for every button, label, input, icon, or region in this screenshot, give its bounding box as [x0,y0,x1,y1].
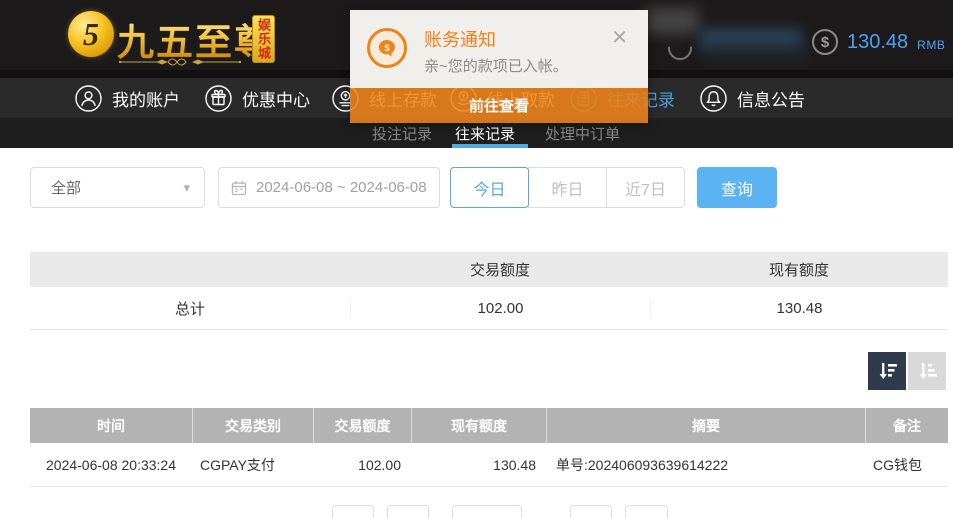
col-header-time: 时间 [97,417,125,434]
brand-badge: 娱乐城 [252,15,275,63]
table-row: 2024-06-08 20:33:24 CGPAY支付 102.00 130.4… [30,443,948,487]
pagination-button[interactable] [387,505,429,518]
nav-label: 优惠中心 [242,90,310,110]
money-message-icon: $ [367,28,407,68]
today-button[interactable]: 今日 [450,167,529,208]
brand-emblem-icon: 5 [68,11,114,57]
category-select-value: 全部 [51,180,82,197]
nav-item-announcements[interactable]: 信息公告 [700,78,805,118]
balance-display: $ 130.48 RMB [812,29,945,55]
sort-descending-icon [879,363,897,379]
col-header-balance: 现有额度 [411,408,546,443]
notification-body: $ 账务通知 亲~您的款项已入帐。 ✕ [350,10,648,88]
cell-type: CGPAY支付 [200,456,275,473]
pagination-button[interactable] [332,505,374,518]
cell-balance: 130.48 [493,456,536,473]
col-header-summary: 摘要 [546,408,865,443]
summary-total-label: 总计 [174,300,205,318]
records-table: 时间 交易类别 交易额度 现有额度 摘要 备注 2024-06-08 20:33… [30,408,948,487]
cell-note: CG钱包 [873,456,922,473]
sort-ascending-icon [919,363,937,379]
date-range-value: 2024-06-08 ~ 2024-06-08 [256,179,427,196]
date-range-input[interactable]: 2024-06-08 ~ 2024-06-08 [218,167,440,208]
gift-icon [205,84,232,112]
summary-header-balance: 现有额度 [768,262,829,279]
go-view-button[interactable]: 前往查看 [350,88,648,123]
cell-time: 2024-06-08 20:33:24 [46,456,176,473]
chevron-down-icon: ▾ [183,179,190,195]
summary-header-amount: 交易额度 [469,262,530,279]
user-icon [75,84,102,112]
last7days-button[interactable]: 近7日 [606,167,685,208]
close-icon[interactable]: ✕ [611,28,628,48]
calendar-icon [231,180,247,195]
summary-total-amount: 102.00 [350,299,650,317]
quick-date-buttons: 今日 昨日 近7日 [450,167,685,208]
sort-ascending-button[interactable] [908,352,946,390]
pagination-current-page[interactable] [452,505,522,518]
bell-icon [700,84,727,112]
category-select[interactable]: 全部 ▾ [30,167,205,208]
pagination-button[interactable] [570,505,612,518]
nav-label: 信息公告 [737,90,805,110]
col-header-type: 交易类别 [192,408,313,443]
active-tab-underline [452,144,528,148]
notification-title: 账务通知 [424,30,496,50]
avatar [668,46,692,60]
balance-currency: RMB [917,37,946,52]
notification-message: 亲~您的款项已入帐。 [424,58,568,75]
page: 5 九五至尊 娱乐城 $ 130.48 RMB 我的账户 优惠中心 信息公告 投… [0,0,953,518]
cell-amount: 102.00 [358,456,401,473]
pagination-button[interactable] [625,505,668,518]
censored-user-info [645,8,699,34]
flourish-ornament-icon [118,58,242,66]
emblem-digit: 5 [83,15,99,52]
col-header-amount: 交易额度 [313,408,411,443]
nav-item-my-account[interactable]: 我的账户 [75,78,180,118]
yesterday-button[interactable]: 昨日 [528,167,607,208]
summary-header-row: 交易额度 现有额度 [30,252,948,287]
records-header-row: 时间 交易类别 交易额度 现有额度 摘要 备注 [30,408,948,443]
summary-total-balance: 130.48 [650,299,948,317]
balance-amount: 130.48 [847,30,909,53]
svg-text:$: $ [384,43,390,54]
summary-table: 交易额度 现有额度 总计 102.00 130.48 [30,252,948,330]
notification-popup: $ 账务通知 亲~您的款项已入帐。 ✕ 前往查看 [350,10,648,123]
search-button[interactable]: 查询 [697,167,777,208]
censored-user-detail [702,45,812,62]
sort-controls [868,352,946,390]
dollar-circle-icon: $ [812,29,838,55]
summary-total-row: 总计 102.00 130.48 [30,287,948,330]
cell-summary: 单号:202406093639614222 [556,456,729,473]
nav-label: 我的账户 [112,90,180,110]
col-header-note: 备注 [865,408,948,443]
nav-item-promotions[interactable]: 优惠中心 [205,78,310,118]
sort-descending-button[interactable] [868,352,906,390]
